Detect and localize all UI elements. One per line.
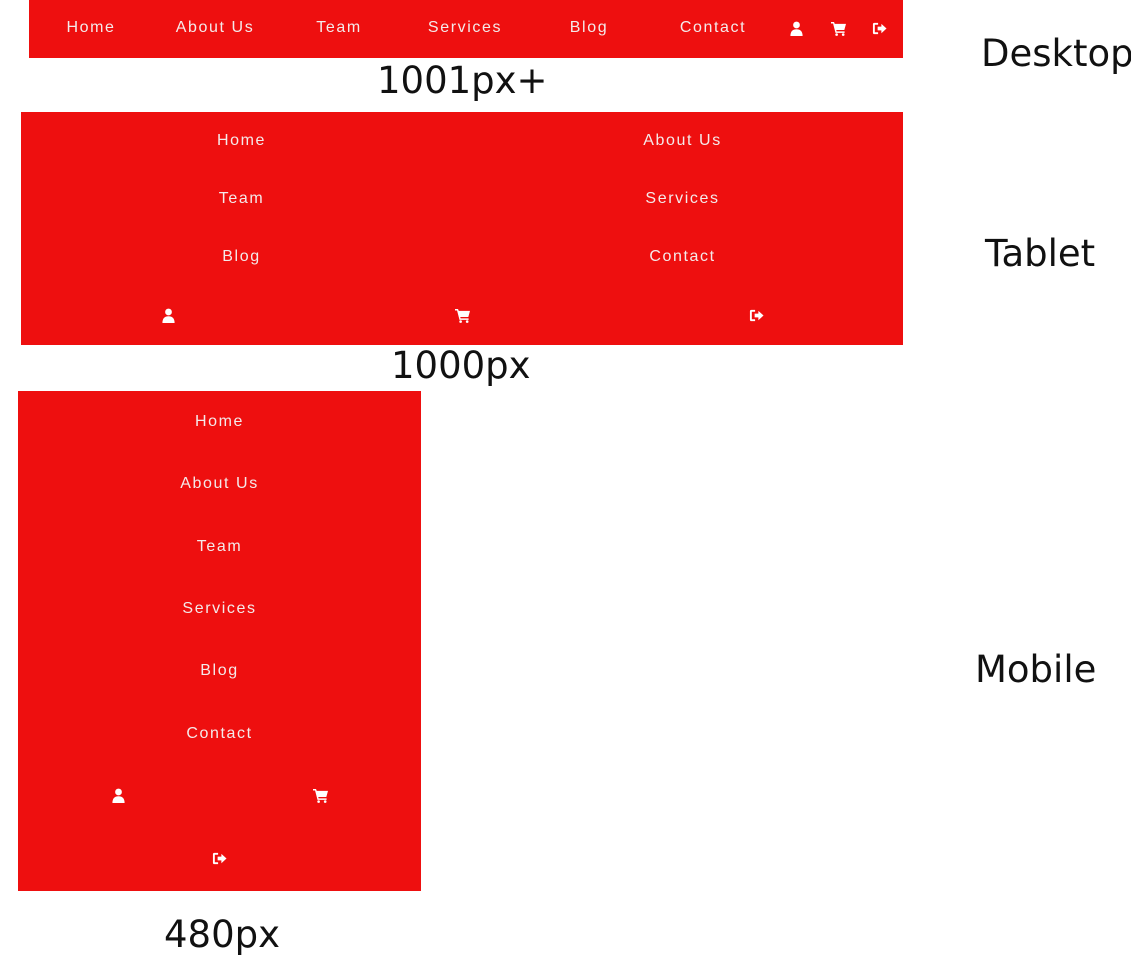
nav-link-about-us[interactable]: About Us (153, 0, 277, 56)
nav-link-home[interactable]: Home (29, 0, 153, 56)
sign-out-icon[interactable] (609, 286, 903, 344)
user-icon[interactable] (18, 765, 220, 827)
desktop-breakpoint-label: 1001px+ (377, 59, 548, 102)
nav-link-services[interactable]: Services (462, 170, 903, 228)
cart-icon[interactable] (220, 765, 422, 827)
user-icon[interactable] (21, 286, 315, 344)
desktop-label: Desktop (981, 32, 1131, 75)
mobile-breakpoint-label: 480px (164, 913, 281, 956)
sign-out-icon[interactable] (864, 0, 894, 56)
nav-link-contact[interactable]: Contact (18, 702, 421, 764)
nav-link-team[interactable]: Team (18, 516, 421, 578)
mobile-icon-row (18, 765, 421, 827)
nav-link-team[interactable]: Team (277, 0, 401, 56)
nav-link-contact[interactable]: Contact (651, 0, 775, 56)
sign-out-icon[interactable] (18, 827, 421, 889)
nav-link-contact[interactable]: Contact (462, 228, 903, 286)
mobile-link-list: Home About Us Team Services Blog Contact (18, 391, 421, 765)
nav-link-about-us[interactable]: About Us (462, 112, 903, 170)
cart-icon[interactable] (823, 0, 853, 56)
nav-link-blog[interactable]: Blog (18, 640, 421, 702)
mobile-navbar: Home About Us Team Services Blog Contact (18, 391, 421, 891)
nav-link-home[interactable]: Home (21, 112, 462, 170)
mobile-icon-row-2 (18, 827, 421, 889)
nav-link-team[interactable]: Team (21, 170, 462, 228)
mobile-label: Mobile (975, 648, 1097, 691)
tablet-link-grid: Home About Us Team Services Blog Contact (21, 112, 903, 286)
user-icon[interactable] (781, 0, 811, 56)
tablet-breakpoint-label: 1000px (391, 344, 531, 387)
nav-link-services[interactable]: Services (18, 578, 421, 640)
nav-link-blog[interactable]: Blog (527, 0, 651, 56)
tablet-navbar: Home About Us Team Services Blog Contact (21, 112, 903, 345)
tablet-icon-row (21, 286, 903, 344)
nav-link-blog[interactable]: Blog (21, 228, 462, 286)
cart-icon[interactable] (315, 286, 609, 344)
nav-link-about-us[interactable]: About Us (18, 453, 421, 515)
tablet-label: Tablet (985, 232, 1096, 275)
nav-link-services[interactable]: Services (403, 0, 527, 56)
desktop-navbar: Home About Us Team Services Blog Contact (29, 0, 903, 58)
nav-link-home[interactable]: Home (18, 391, 421, 453)
